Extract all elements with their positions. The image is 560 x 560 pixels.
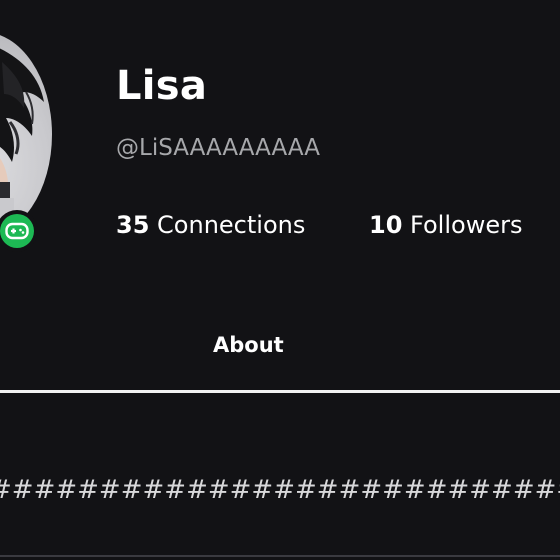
profile-page: Lisa @LiSAAAAAAAAA 35 Connections 10 Fol… (0, 0, 560, 560)
followers-count: 10 (369, 211, 403, 239)
username: @LiSAAAAAAAAA (116, 135, 320, 161)
followers-stat[interactable]: 10 Followers (369, 208, 522, 242)
tab-about[interactable]: About (213, 330, 284, 360)
avatar-image (0, 48, 44, 237)
gamepad-icon (5, 222, 29, 240)
followers-label: Followers (410, 211, 523, 239)
display-name: Lisa (116, 63, 208, 109)
avatar[interactable] (0, 32, 52, 237)
about-text: ######################################## (0, 475, 560, 505)
tab-divider (0, 390, 560, 393)
section-divider (0, 555, 560, 557)
presence-badge (0, 210, 38, 252)
connections-count: 35 (116, 211, 150, 239)
presence-indicator (0, 214, 34, 248)
connections-label: Connections (157, 211, 306, 239)
connections-stat[interactable]: 35 Connections (116, 208, 305, 242)
